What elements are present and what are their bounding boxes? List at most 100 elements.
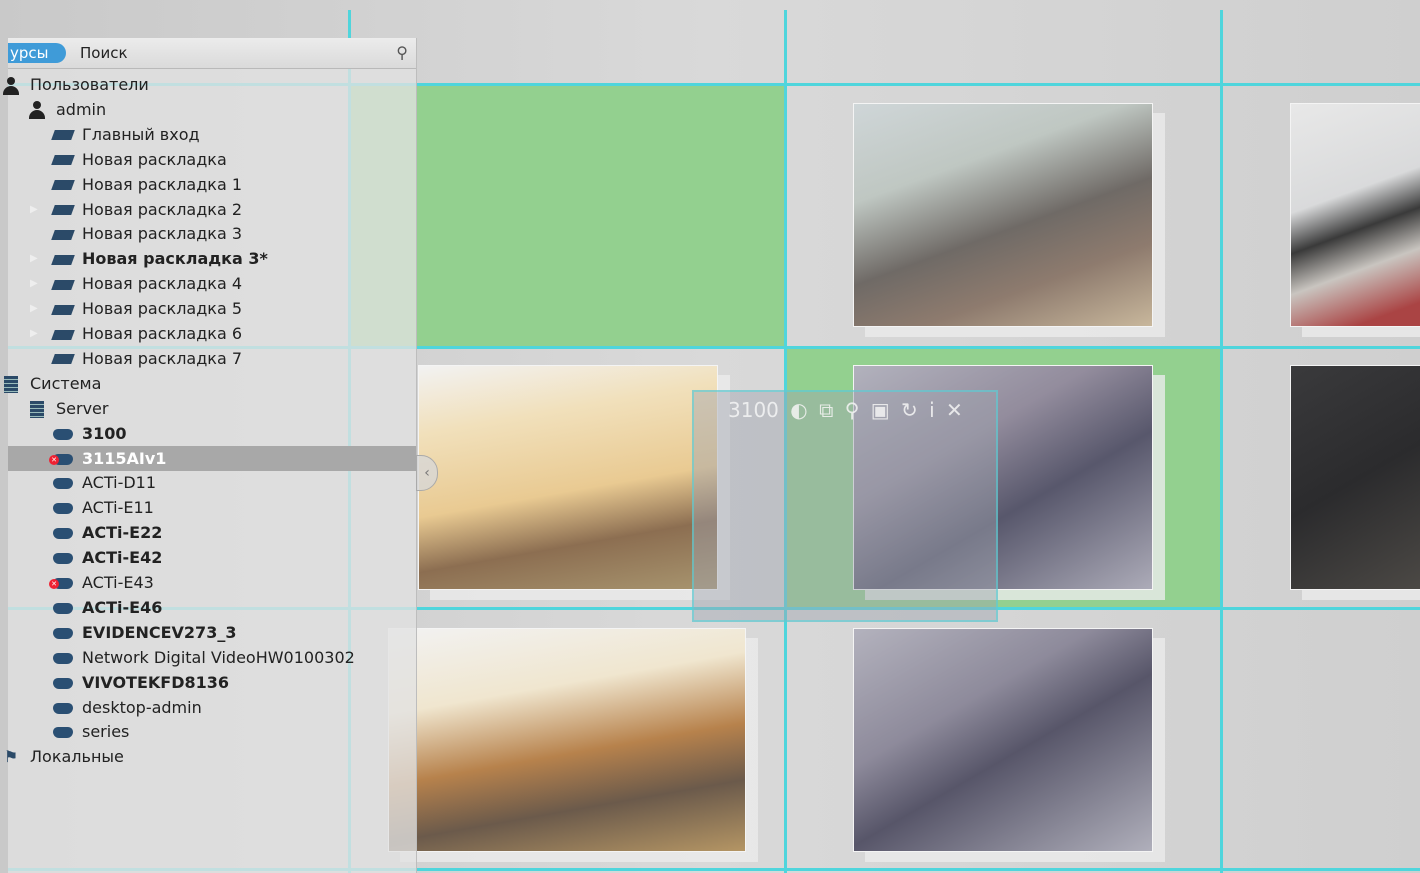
tree-camera-item[interactable]: ACTi-E42: [8, 545, 416, 570]
tree-camera-item[interactable]: 3115AIv1: [8, 445, 416, 471]
camera-tile[interactable]: [853, 103, 1153, 327]
camera-icon: [52, 545, 74, 570]
camera-icon: [52, 695, 74, 720]
tree-item-label: admin: [56, 99, 107, 119]
layout-icon: [51, 172, 75, 197]
tree-item-label: 3115AIv1: [82, 448, 167, 468]
server-icon: [26, 396, 48, 421]
layout-icon: [51, 197, 75, 222]
camera-icon: [52, 620, 74, 645]
tree-group-system[interactable]: Система: [4, 371, 416, 396]
tree-group-users[interactable]: Пользователи: [3, 72, 416, 97]
layout-icon: [51, 271, 75, 296]
layout-icon: [51, 122, 75, 147]
tree-camera-item[interactable]: desktop-admin: [8, 695, 416, 720]
tree-layout-item[interactable]: Новая раскладка 7: [8, 346, 416, 371]
tree-item-label: Новая раскладка 7: [82, 348, 243, 368]
tree-camera-item[interactable]: ACTi-E43: [8, 570, 416, 595]
tree-item-label: ACTi-D11: [82, 473, 157, 493]
tree-camera-item[interactable]: ACTi-D11: [8, 470, 416, 495]
camera-tile[interactable]: [1290, 365, 1420, 590]
tree-item-label: Главный вход: [82, 124, 200, 144]
tab-resources[interactable]: урсы: [8, 43, 66, 63]
tree-item-label: series: [82, 722, 130, 742]
tree-item-label: ACTi-E46: [82, 597, 163, 617]
tree-camera-item[interactable]: ACTi-E11: [8, 495, 416, 520]
tree-layout-item[interactable]: ▶ Новая раскладка 6: [8, 321, 416, 346]
expand-arrow-icon[interactable]: ▶: [30, 197, 40, 222]
tree-layout-item[interactable]: Главный вход: [8, 122, 416, 147]
tree-item-label: Новая раскладка 2: [82, 199, 243, 219]
local-files-icon: ⚑: [3, 747, 19, 767]
tree-layout-item[interactable]: ▶ Новая раскладка 2: [8, 197, 416, 222]
tree-item-label: ACTi-E11: [82, 498, 154, 518]
expand-arrow-icon[interactable]: ▶: [30, 321, 40, 346]
layout-icon[interactable]: ⧉: [819, 398, 833, 422]
tree-group-local[interactable]: ⚑ Локальные: [4, 744, 416, 769]
rotate-icon[interactable]: ↻: [901, 398, 918, 422]
expand-arrow-icon[interactable]: ▶: [30, 296, 40, 321]
tree-camera-item[interactable]: ACTi-E46: [8, 595, 416, 620]
layout-icon: [51, 147, 75, 172]
tree-server[interactable]: Server: [8, 396, 416, 421]
tree-camera-item[interactable]: ACTi-E22: [8, 520, 416, 545]
camera-error-icon: [49, 570, 74, 595]
pin-icon[interactable]: ⚲: [396, 43, 408, 62]
zoom-icon[interactable]: ⚲: [845, 398, 860, 422]
camera-tile[interactable]: [853, 628, 1153, 852]
tab-search[interactable]: Поиск: [80, 43, 128, 63]
tree-item-label: ACTi-E42: [82, 548, 163, 568]
camera-tile[interactable]: [1290, 103, 1420, 327]
tree-item-label: 3100: [82, 423, 127, 443]
tree-camera-item[interactable]: 3100: [8, 421, 416, 446]
camera-icon: [52, 470, 74, 495]
tree-item-label: Новая раскладка 5: [82, 299, 243, 319]
item-camera-name: 3100: [728, 398, 779, 422]
expand-arrow-icon[interactable]: ▶: [30, 271, 40, 296]
tree-layout-item[interactable]: Новая раскладка: [8, 147, 416, 172]
layout-icon: [51, 346, 75, 371]
users-group-icon: [0, 72, 22, 97]
layout-icon: [51, 221, 75, 246]
tree-layout-item[interactable]: ▶ Новая раскладка 3*: [8, 246, 416, 271]
layout-icon: [51, 296, 75, 321]
tree-item-label: EVIDENCEV273_3: [82, 622, 237, 642]
camera-icon: [52, 520, 74, 545]
tree-item-label: ACTi-E43: [82, 573, 154, 592]
tree-item-label: Новая раскладка 6: [82, 324, 243, 343]
dragged-camera-item[interactable]: 3100 ◐ ⧉ ⚲ ▣ ↻ i ✕: [692, 390, 998, 622]
tree-camera-item[interactable]: series: [8, 719, 416, 744]
tree-item-label: Новая раскладка 4: [82, 274, 243, 294]
tree-camera-item[interactable]: VIVOTEKFD8136: [8, 670, 416, 695]
expand-arrow-icon[interactable]: ▶: [30, 246, 40, 271]
tree-item-label: desktop-admin: [82, 697, 202, 717]
contrast-icon[interactable]: ◐: [790, 398, 807, 422]
screenshot-icon[interactable]: ▣: [871, 398, 890, 422]
tree-layout-item[interactable]: Новая раскладка 3: [8, 221, 416, 246]
tree-item-label: Server: [56, 398, 109, 418]
info-icon[interactable]: i: [929, 398, 935, 422]
panel-tabs: урсы Поиск ⚲: [8, 38, 416, 69]
tree-layout-item[interactable]: ▶ Новая раскладка 4: [8, 271, 416, 296]
tree-user-admin[interactable]: admin: [8, 97, 416, 122]
item-toolbar: 3100 ◐ ⧉ ⚲ ▣ ↻ i ✕: [728, 398, 968, 422]
tree-layout-item[interactable]: ▶ Новая раскладка 5: [8, 296, 416, 321]
system-icon: [0, 371, 22, 396]
tree-item-label: Пользователи: [30, 75, 149, 94]
close-icon[interactable]: ✕: [946, 398, 963, 422]
user-icon: [26, 97, 48, 122]
tree-camera-item[interactable]: Network Digital VideoHW0100302: [8, 645, 416, 670]
layout-icon: [51, 321, 75, 346]
tree-item-label: ACTi-E22: [82, 523, 163, 543]
tree-layout-item[interactable]: Новая раскладка 1: [8, 172, 416, 197]
tree-item-label: Новая раскладка 1: [82, 174, 243, 194]
camera-tile[interactable]: [418, 365, 718, 590]
tree-item-label: VIVOTEKFD8136: [82, 672, 230, 692]
tree-item-label: Network Digital VideoHW0100302: [82, 647, 355, 667]
camera-icon: [52, 421, 74, 446]
camera-tile[interactable]: [388, 628, 746, 852]
tree-item-label: Новая раскладка 3: [82, 224, 243, 244]
tree-camera-item[interactable]: EVIDENCEV273_3: [8, 620, 416, 645]
camera-icon: [52, 595, 74, 620]
resource-panel: урсы Поиск ⚲ Пользователи admin Главный вх…: [3, 38, 417, 873]
